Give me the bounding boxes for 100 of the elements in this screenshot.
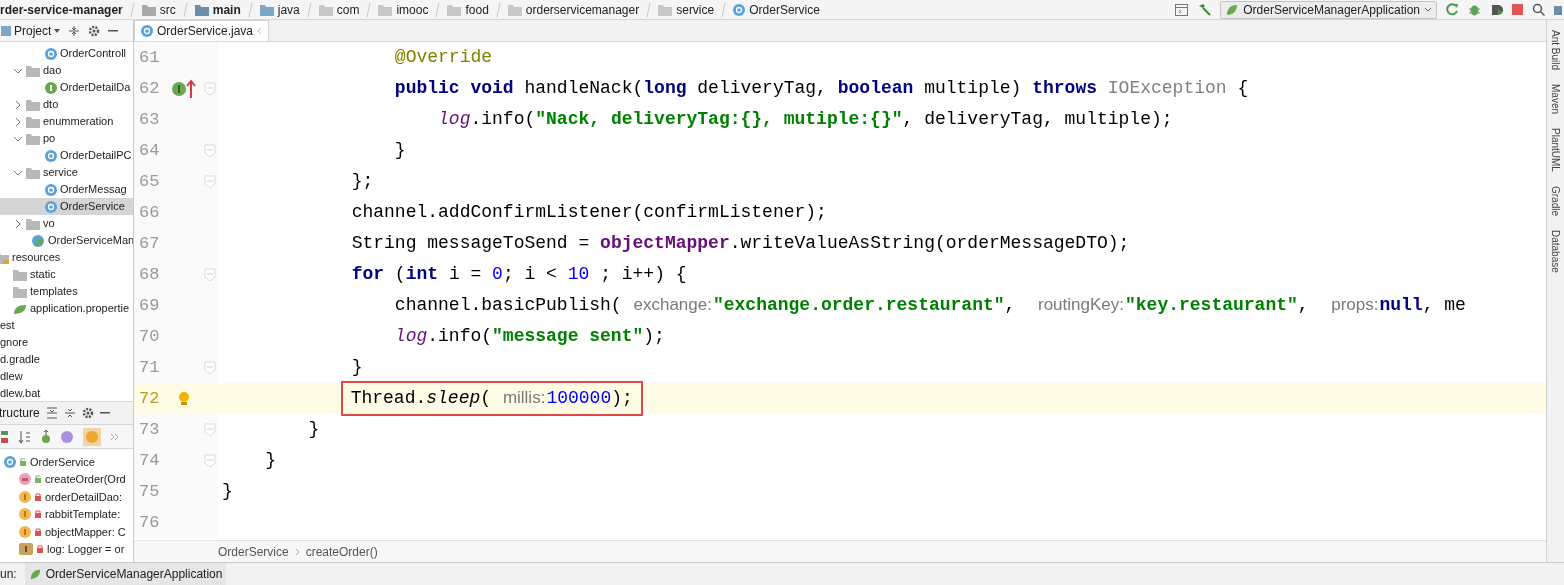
class-icon	[4, 455, 16, 468]
tool-window-tab[interactable]: Ant Build	[1548, 30, 1563, 71]
breadcrumb[interactable]: com	[318, 0, 360, 19]
fold-marker-icon[interactable]	[204, 143, 216, 158]
minimize-icon[interactable]	[99, 412, 110, 414]
class-icon	[45, 149, 57, 162]
bug-icon[interactable]	[1468, 3, 1481, 16]
class-icon	[45, 200, 57, 213]
fields-toggle-icon[interactable]	[83, 427, 101, 446]
breadcrumb[interactable]: food	[447, 0, 489, 19]
tree-item[interactable]: d.gradle	[0, 351, 133, 368]
rerun-icon[interactable]	[1446, 3, 1459, 16]
tool-window-tab[interactable]: Maven	[1548, 84, 1563, 115]
separator-icon	[129, 2, 135, 17]
sort-alphabetically-icon[interactable]	[18, 429, 32, 444]
chevron-down-icon[interactable]	[13, 66, 23, 75]
code-line: public void handleNack(long deliveryTag, boolean multiple) throws IOException {	[394, 77, 1249, 100]
tree-item[interactable]: static	[0, 266, 133, 283]
field-icon	[19, 508, 31, 521]
sort-icon[interactable]	[1, 429, 9, 444]
breadcrumb[interactable]: OrderService	[218, 542, 289, 561]
breadcrumb[interactable]: OrderService	[733, 0, 820, 19]
breadcrumb[interactable]: service	[658, 0, 715, 19]
breadcrumb[interactable]: java	[259, 0, 300, 19]
tree-item[interactable]: enummeration	[0, 113, 133, 130]
line-number: 75	[138, 480, 161, 503]
fold-marker-icon[interactable]	[204, 267, 216, 282]
tree-item[interactable]: dao	[0, 62, 133, 79]
run-configuration-dropdown[interactable]: OrderServiceManagerApplication	[1220, 0, 1437, 19]
fold-marker-icon[interactable]	[204, 81, 216, 96]
tree-item[interactable]: OrderMessag	[0, 181, 133, 198]
tree-item[interactable]: dlew.bat	[0, 385, 133, 401]
hammer-icon[interactable]	[1197, 2, 1212, 17]
separator-icon	[721, 2, 727, 17]
line-number: 63	[138, 108, 161, 131]
fold-marker-icon[interactable]	[204, 360, 216, 375]
chevron-down-icon[interactable]	[13, 168, 23, 177]
breadcrumb[interactable]: imooc	[378, 0, 429, 19]
tree-item[interactable]: OrderServiceMan	[0, 232, 133, 249]
breadcrumb[interactable]: createOrder()	[305, 542, 378, 561]
tree-item[interactable]: resources	[0, 249, 133, 266]
line-number: 73	[138, 418, 161, 441]
chevron-right-icon[interactable]	[13, 219, 23, 228]
inherited-icon[interactable]	[41, 429, 51, 444]
chevron-down-icon	[1424, 6, 1432, 13]
tree-item[interactable]: application.propertie	[0, 300, 133, 317]
spring-class-icon	[31, 233, 45, 248]
tool-window-tab[interactable]: Gradle	[1548, 185, 1563, 216]
tree-item[interactable]: vo	[0, 215, 133, 232]
expand-all-icon[interactable]	[45, 407, 58, 419]
structure-item[interactable]: rabbitTemplate:	[0, 505, 133, 523]
breadcrumb[interactable]: rder-service-manager	[0, 0, 123, 19]
tree-item[interactable]: est	[0, 317, 133, 334]
breadcrumb[interactable]: src	[141, 0, 176, 19]
code-line: for (int i = 0; i < 10 ; i++) {	[351, 263, 687, 286]
tool-window-tab[interactable]: Database	[1548, 229, 1563, 273]
search-icon[interactable]	[1532, 3, 1545, 16]
tree-item[interactable]: OrderDetailPC	[0, 147, 133, 164]
field-icon	[19, 490, 31, 503]
chevron-down-icon[interactable]	[13, 134, 23, 143]
tree-item[interactable]: service	[0, 164, 133, 181]
tool-window-tab[interactable]: PlantUML	[1548, 128, 1563, 172]
minimize-icon[interactable]	[108, 29, 119, 32]
breadcrumb[interactable]: orderservicemanager	[507, 0, 640, 19]
breadcrumb[interactable]: main	[194, 0, 241, 19]
project-view-dropdown[interactable]: Project	[1, 21, 61, 40]
tree-item[interactable]: templates	[0, 283, 133, 300]
fold-marker-icon[interactable]	[204, 422, 216, 437]
structure-item[interactable]: orderDetailDao:	[0, 488, 133, 506]
tree-item[interactable]: gnore	[0, 334, 133, 351]
tree-item[interactable]: OrderService	[0, 198, 133, 215]
fold-marker-icon[interactable]	[204, 174, 216, 189]
structure-item[interactable]: OrderService	[0, 453, 133, 471]
structure-item[interactable]: log: Logger = or	[0, 540, 133, 558]
more-icon[interactable]	[110, 432, 120, 441]
layout-icon[interactable]	[1175, 3, 1189, 16]
code-line: log.info("message sent");	[394, 325, 665, 348]
structure-item[interactable]: objectMapper: C	[0, 523, 133, 541]
properties-icon[interactable]	[60, 429, 74, 444]
run-tab[interactable]: OrderServiceManagerApplication	[24, 563, 227, 585]
code-line: @Override	[394, 46, 493, 69]
tree-item[interactable]: po	[0, 130, 133, 147]
fold-marker-icon[interactable]	[204, 453, 216, 468]
lock-icon	[34, 526, 42, 537]
settings-icon[interactable]	[81, 407, 94, 419]
collapse-icon[interactable]	[68, 24, 81, 37]
separator-icon	[495, 2, 501, 17]
lightbulb-icon[interactable]	[178, 391, 190, 406]
separator-icon	[366, 2, 372, 17]
structure-item[interactable]: createOrder(Ord	[0, 470, 133, 488]
coverage-icon[interactable]	[1490, 3, 1503, 16]
tree-item[interactable]: dlew	[0, 368, 133, 385]
collapse-icon[interactable]	[63, 407, 76, 419]
tree-item[interactable]: dto	[0, 96, 133, 113]
tree-item[interactable]: OrderDetailDa	[0, 79, 133, 96]
line-number: 61	[138, 46, 161, 69]
implements-gutter-icon[interactable]	[171, 77, 197, 100]
settings-icon[interactable]	[88, 24, 101, 37]
tree-item[interactable]: OrderControll	[0, 45, 133, 62]
editor-tab[interactable]: OrderService.java	[134, 20, 270, 41]
